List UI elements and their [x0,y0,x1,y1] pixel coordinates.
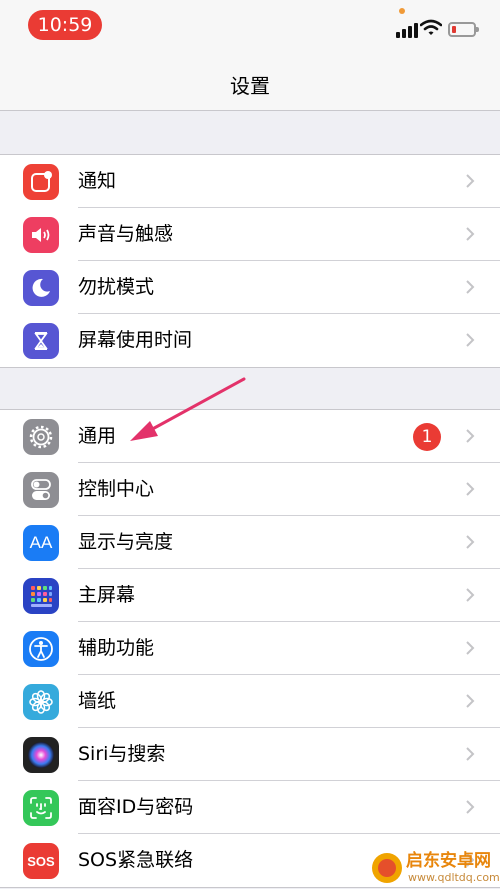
status-time: 10:59 [28,10,102,40]
settings-row-label: 通知 [78,170,117,192]
settings-group-2: 通用 1 控制中心 AA 显示与亮度 主屏幕 辅助功能 墙纸 Siri与搜索 面… [0,409,500,888]
chevron-right-icon [466,800,475,814]
settings-row-label: SOS紧急联络 [78,849,194,871]
text-size-icon: AA [23,525,59,561]
settings-row-label: Siri与搜索 [78,743,166,765]
speaker-icon [23,217,59,253]
chevron-right-icon [466,641,475,655]
face-id-icon [23,790,59,826]
privacy-indicator-dot [399,8,405,14]
home-screen-grid-icon [23,578,59,614]
settings-row-general[interactable]: 通用 1 [0,410,500,463]
chevron-right-icon [466,588,475,602]
settings-row-siri-search[interactable]: Siri与搜索 [0,728,500,781]
settings-row-label: 辅助功能 [78,637,155,659]
sos-icon: SOS [23,843,59,879]
settings-row-display-brightness[interactable]: AA 显示与亮度 [0,516,500,569]
hourglass-icon [23,323,59,359]
page-title: 设置 [230,74,270,98]
chevron-right-icon [466,174,475,188]
status-bar: 10:59 [0,0,500,54]
chevron-right-icon [466,429,475,443]
chevron-right-icon [466,747,475,761]
settings-group-1: 通知 声音与触感 勿扰模式 屏幕使用时间 [0,154,500,368]
settings-row-label: 声音与触感 [78,223,174,245]
watermark-url: www.qdltdq.com [408,871,500,884]
navigation-bar: 设置 [0,54,500,111]
chevron-right-icon [466,227,475,241]
settings-row-label: 显示与亮度 [78,531,174,553]
watermark-logo-icon [372,853,402,883]
battery-icon [448,22,479,37]
settings-row-sounds[interactable]: 声音与触感 [0,208,500,261]
accessibility-icon [23,631,59,667]
chevron-right-icon [466,333,475,347]
watermark-title: 启东安卓网 [406,851,491,871]
settings-row-accessibility[interactable]: 辅助功能 [0,622,500,675]
settings-row-home-screen[interactable]: 主屏幕 [0,569,500,622]
settings-row-screen-time[interactable]: 屏幕使用时间 [0,314,500,367]
settings-row-label: 墙纸 [78,690,117,712]
notifications-icon [23,164,59,200]
settings-row-label: 面容ID与密码 [78,796,194,818]
chevron-right-icon [466,535,475,549]
wifi-icon [420,19,442,35]
flower-icon [23,684,59,720]
watermark: 启东安卓网 www.qdltdq.com [372,851,500,889]
chevron-right-icon [466,694,475,708]
settings-row-do-not-disturb[interactable]: 勿扰模式 [0,261,500,314]
settings-row-wallpaper[interactable]: 墙纸 [0,675,500,728]
chevron-right-icon [466,482,475,496]
cellular-signal-icon [396,22,418,38]
settings-row-label: 主屏幕 [78,584,136,606]
update-badge: 1 [413,423,441,451]
gear-icon [23,419,59,455]
moon-icon [23,270,59,306]
settings-row-label: 屏幕使用时间 [78,329,193,351]
siri-icon [23,737,59,773]
settings-row-notifications[interactable]: 通知 [0,155,500,208]
chevron-right-icon [466,280,475,294]
settings-row-label: 勿扰模式 [78,276,155,298]
settings-row-label: 通用 [78,425,117,447]
settings-row-face-id-passcode[interactable]: 面容ID与密码 [0,781,500,834]
settings-row-label: 控制中心 [78,478,155,500]
toggles-icon [23,472,59,508]
settings-row-control-center[interactable]: 控制中心 [0,463,500,516]
